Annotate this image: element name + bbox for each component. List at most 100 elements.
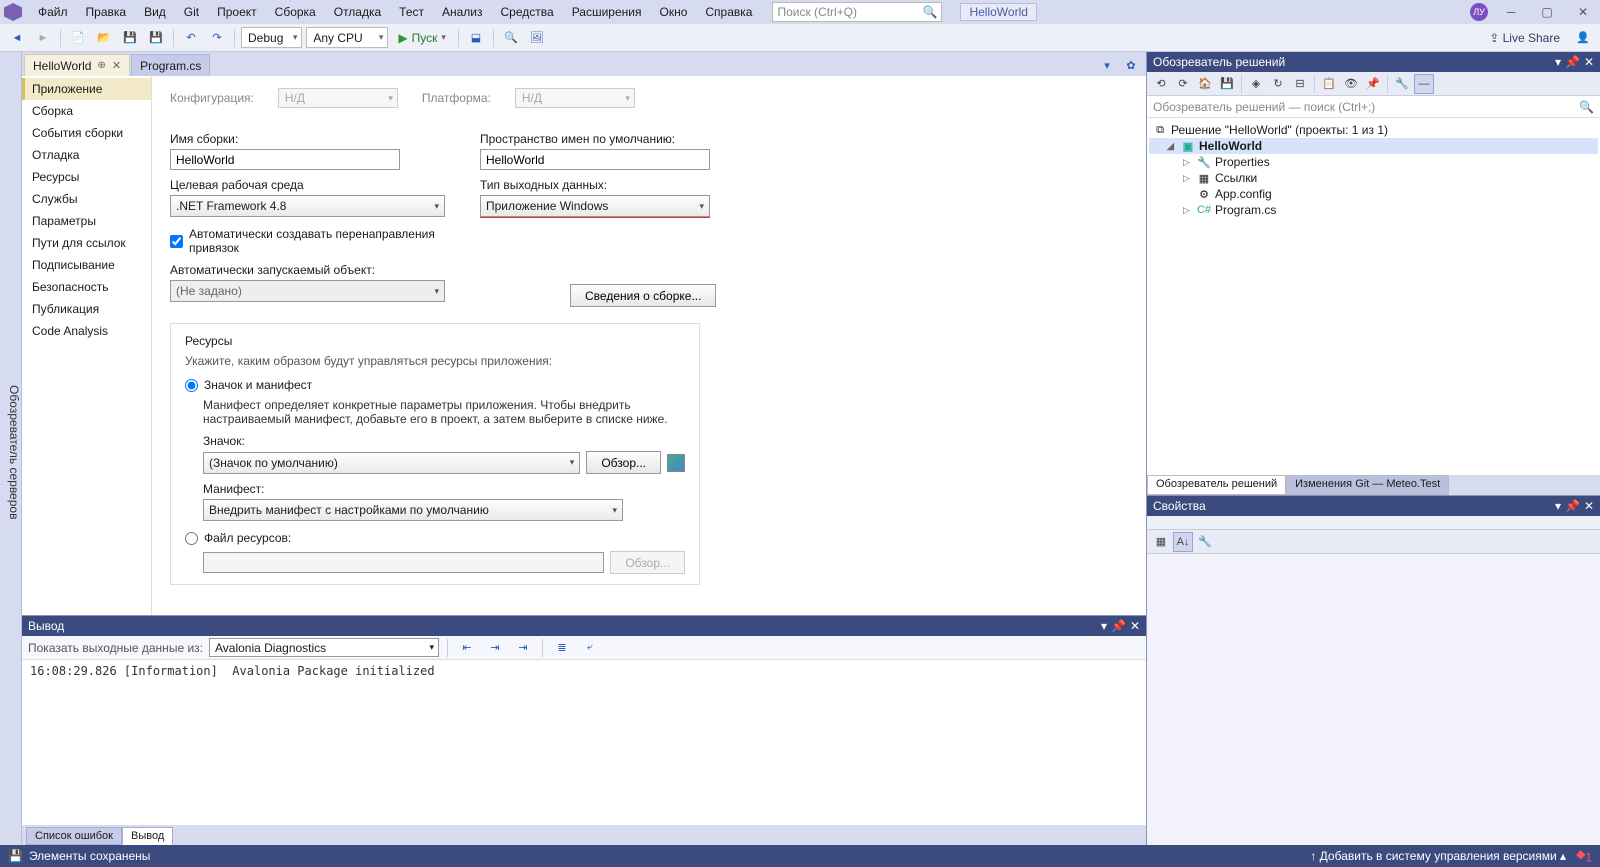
sol-save-icon[interactable]: 💾 (1217, 74, 1237, 94)
tabs-dropdown-icon[interactable]: ▾ (1096, 54, 1118, 76)
feedback-button[interactable]: 👤 (1572, 27, 1594, 49)
out-wrap-button[interactable]: ⤶ (579, 637, 601, 659)
find-button[interactable]: 🔍 (500, 27, 522, 49)
tree-program-node[interactable]: ▷ C# Program.cs (1149, 202, 1598, 218)
expand-icon[interactable]: ▷ (1183, 205, 1193, 216)
assembly-name-input[interactable] (170, 149, 400, 170)
sidebar-item-services[interactable]: Службы (22, 188, 151, 210)
resfile-radio[interactable] (185, 532, 198, 545)
sidebar-item-app[interactable]: Приложение (22, 78, 151, 100)
panel-pin-icon[interactable]: 📌 (1111, 619, 1126, 633)
sidebar-item-codeanalysis[interactable]: Code Analysis (22, 320, 151, 342)
target-fw-select[interactable]: .NET Framework 4.8 (170, 195, 445, 217)
save-button[interactable]: 💾 (119, 27, 141, 49)
tab-error-list[interactable]: Список ошибок (26, 827, 122, 845)
expand-icon[interactable]: ◢ (1167, 141, 1177, 152)
assembly-info-button[interactable]: Сведения о сборке... (570, 284, 716, 307)
expand-icon[interactable]: ▷ (1183, 173, 1193, 184)
step-button[interactable]: ⬓ (465, 27, 487, 49)
panel-close-icon[interactable]: ✕ (1130, 619, 1140, 633)
sidebar-item-settings[interactable]: Параметры (22, 210, 151, 232)
sidebar-item-build[interactable]: Сборка (22, 100, 151, 122)
tab-solution-explorer[interactable]: Обозреватель решений (1147, 475, 1286, 495)
sol-filter-icon[interactable]: — (1414, 74, 1434, 94)
new-project-button[interactable]: 📄 (67, 27, 89, 49)
menu-file[interactable]: Файл (30, 2, 76, 22)
output-type-select[interactable]: Приложение Windows (480, 195, 710, 217)
platform-select[interactable]: Н/Д (515, 88, 635, 108)
icon-manifest-radio[interactable] (185, 379, 198, 392)
sidebar-item-debug[interactable]: Отладка (22, 144, 151, 166)
tree-project-node[interactable]: ◢ ▣ HelloWorld (1149, 138, 1598, 154)
sol-sync-icon[interactable]: ⟳ (1173, 74, 1193, 94)
undo-button[interactable]: ↶ (180, 27, 202, 49)
sidebar-item-refpaths[interactable]: Пути для ссылок (22, 232, 151, 254)
global-search-input[interactable]: Поиск (Ctrl+Q) 🔍 (772, 2, 942, 22)
menu-help[interactable]: Справка (697, 2, 760, 22)
doc-tab-helloworld[interactable]: HelloWorld ⊕ ✕ (24, 54, 130, 76)
panel-dropdown-icon[interactable]: ▾ (1555, 499, 1561, 513)
sidebar-item-security[interactable]: Безопасность (22, 276, 151, 298)
doc-tab-program[interactable]: Program.cs (131, 54, 210, 76)
manifest-select[interactable]: Внедрить манифест с настройками по умолч… (203, 499, 623, 521)
sol-pin-icon[interactable]: 📌 (1363, 74, 1383, 94)
icon-browse-button[interactable]: Обзор... (586, 451, 661, 474)
start-debug-button[interactable]: ▶ Пуск ▾ (392, 31, 452, 45)
live-share-button[interactable]: ⇪ Live Share (1483, 29, 1566, 47)
startup-object-select[interactable]: (Не задано) (170, 280, 445, 302)
add-source-control-button[interactable]: ↑ Добавить в систему управления версиями… (1310, 849, 1566, 863)
expand-icon[interactable]: ▷ (1183, 157, 1193, 168)
menu-git[interactable]: Git (176, 2, 207, 22)
pic-button[interactable]: 🖼 (526, 27, 548, 49)
server-explorer-tab[interactable]: Обозреватель серверов (7, 60, 21, 845)
panel-dropdown-icon[interactable]: ▾ (1555, 55, 1561, 69)
sol-wrench-icon[interactable]: 🔧 (1392, 74, 1412, 94)
redo-button[interactable]: ↷ (206, 27, 228, 49)
menu-view[interactable]: Вид (136, 2, 174, 22)
props-wrench-icon[interactable]: 🔧 (1195, 532, 1215, 552)
default-ns-input[interactable] (480, 149, 710, 170)
tree-solution-node[interactable]: ⧉ Решение "HelloWorld" (проекты: 1 из 1) (1149, 122, 1598, 138)
tree-appconfig-node[interactable]: ⚙ App.config (1149, 186, 1598, 202)
solution-search-input[interactable]: Обозреватель решений — поиск (Ctrl+;) 🔍 (1147, 96, 1600, 118)
solution-tree[interactable]: ⧉ Решение "HelloWorld" (проекты: 1 из 1)… (1147, 118, 1600, 475)
panel-close-icon[interactable]: ✕ (1584, 55, 1594, 69)
pin-icon[interactable]: ⊕ (97, 60, 105, 71)
maximize-button[interactable]: ▢ (1534, 5, 1560, 19)
tabs-settings-icon[interactable]: ✿ (1120, 54, 1142, 76)
tree-properties-node[interactable]: ▷ 🔧 Properties (1149, 154, 1598, 170)
tab-git-changes[interactable]: Изменения Git — Meteo.Test (1286, 475, 1449, 495)
output-log[interactable]: 16:08:29.826 [Information] Avalonia Pack… (22, 660, 1146, 825)
menu-debug[interactable]: Отладка (326, 2, 389, 22)
panel-pin-icon[interactable]: 📌 (1565, 55, 1580, 69)
config-select[interactable]: Н/Д (278, 88, 398, 108)
menu-test[interactable]: Тест (391, 2, 432, 22)
nav-back-button[interactable]: ◄ (6, 27, 28, 49)
menu-build[interactable]: Сборка (267, 2, 324, 22)
props-az-icon[interactable]: A↓ (1173, 532, 1193, 552)
panel-pin-icon[interactable]: 📌 (1565, 499, 1580, 513)
sol-home2-icon[interactable]: 🏠 (1195, 74, 1215, 94)
config-combo[interactable]: Debug (241, 27, 302, 48)
menu-edit[interactable]: Правка (78, 2, 135, 22)
save-all-button[interactable]: 💾 (145, 27, 167, 49)
panel-dropdown-icon[interactable]: ▾ (1101, 619, 1107, 633)
solution-name-tag[interactable]: HelloWorld (960, 3, 1036, 21)
nav-fwd-button[interactable]: ► (32, 27, 54, 49)
props-cat-icon[interactable]: ▦ (1151, 532, 1171, 552)
close-button[interactable]: ✕ (1570, 5, 1596, 19)
tab-output[interactable]: Вывод (122, 827, 173, 845)
out-btn-2[interactable]: ⇥ (484, 637, 506, 659)
open-button[interactable]: 📂 (93, 27, 115, 49)
sol-collapse-icon[interactable]: ⊟ (1290, 74, 1310, 94)
out-btn-3[interactable]: ⇥ (512, 637, 534, 659)
menu-extensions[interactable]: Расширения (564, 2, 650, 22)
show-from-combo[interactable]: Avalonia Diagnostics (209, 638, 439, 657)
panel-close-icon[interactable]: ✕ (1584, 499, 1594, 513)
menu-window[interactable]: Окно (651, 2, 695, 22)
sidebar-item-publish[interactable]: Публикация (22, 298, 151, 320)
sidebar-item-signing[interactable]: Подписывание (22, 254, 151, 276)
minimize-button[interactable]: ─ (1498, 5, 1524, 19)
menu-analyze[interactable]: Анализ (434, 2, 491, 22)
sidebar-item-buildevents[interactable]: События сборки (22, 122, 151, 144)
